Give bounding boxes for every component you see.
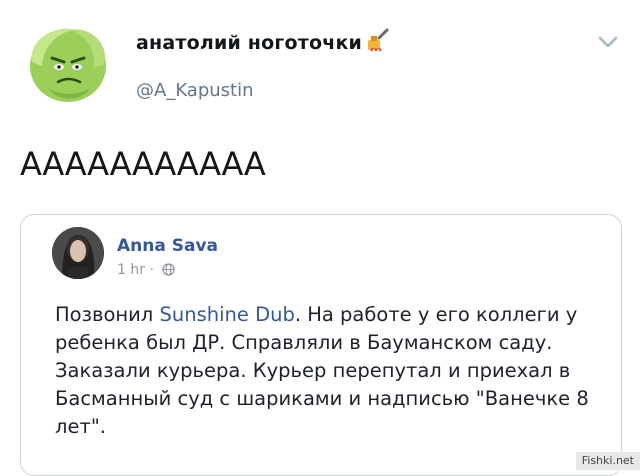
meta-separator: · bbox=[149, 262, 154, 278]
author-avatar[interactable] bbox=[52, 227, 104, 279]
watermark: Fishki.net bbox=[575, 452, 640, 470]
post-meta: 1 hr · bbox=[117, 262, 176, 280]
nail-polish-icon bbox=[365, 28, 391, 57]
cabbage-avatar-icon[interactable] bbox=[18, 18, 118, 106]
mention-link[interactable]: Sunshine Dub bbox=[159, 303, 294, 326]
tweet-text: ААААААААААА bbox=[20, 145, 267, 183]
post-time[interactable]: 1 hr bbox=[117, 262, 145, 278]
chevron-down-icon[interactable] bbox=[598, 34, 618, 48]
quoted-post-card[interactable]: Anna Sava 1 hr · Позвонил Sunshine Dub. … bbox=[20, 214, 622, 476]
post-body: Позвонил Sunshine Dub. На работе у его к… bbox=[55, 301, 615, 441]
handle[interactable]: @A_Kapustin bbox=[136, 80, 254, 101]
display-name-text: анатолий ноготочки bbox=[136, 32, 363, 54]
post-body-prefix: Позвонил bbox=[55, 303, 160, 326]
author-name[interactable]: Anna Sava bbox=[117, 236, 218, 256]
display-name[interactable]: анатолий ноготочки bbox=[136, 28, 391, 57]
globe-icon bbox=[162, 263, 176, 280]
